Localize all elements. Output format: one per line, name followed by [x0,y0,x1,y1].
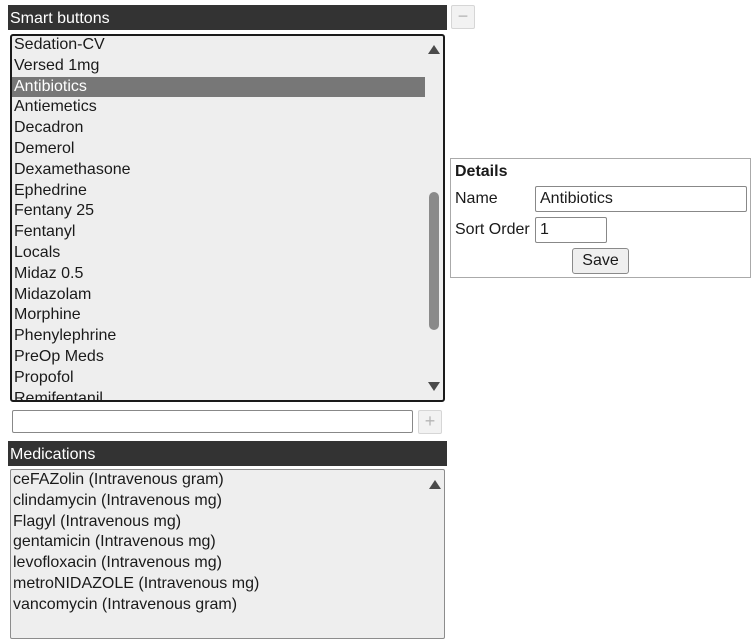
smart-button-item[interactable]: Fentany 25 [12,201,425,222]
scroll-up-icon[interactable] [429,480,441,489]
smart-button-item[interactable]: Propofol [12,368,425,389]
medication-item[interactable]: clindamycin (Intravenous mg) [11,491,426,512]
smart-button-item[interactable]: Demerol [12,139,425,160]
smart-button-item[interactable]: Versed 1mg [12,56,425,77]
medication-item[interactable]: Flagyl (Intravenous mg) [11,512,426,533]
smart-button-item[interactable]: Midazolam [12,285,425,306]
save-button[interactable]: Save [572,248,629,274]
medication-item[interactable]: gentamicin (Intravenous mg) [11,532,426,553]
smart-button-item[interactable]: PreOp Meds [12,347,425,368]
smart-button-item[interactable]: Antiemetics [12,97,425,118]
sort-order-field[interactable] [535,217,607,243]
smart-button-item[interactable]: Remifentanil [12,389,425,400]
smart-buttons-list[interactable]: Sedation-CV Versed 1mg Antibiotics Antiemet… [10,34,445,402]
details-title: Details [455,163,508,180]
name-field[interactable] [535,186,747,212]
name-label: Name [455,190,498,207]
smart-button-item[interactable]: Fentanyl [12,222,425,243]
smart-button-item[interactable]: Locals [12,243,425,264]
scroll-up-icon[interactable] [428,45,440,54]
smart-button-item[interactable]: Phenylephrine [12,326,425,347]
medication-item[interactable]: metroNIDAZOLE (Intravenous mg) [11,574,426,595]
smart-buttons-items: Sedation-CV Versed 1mg Antibiotics Antiemet… [12,36,425,400]
sort-order-label: Sort Order [455,221,530,238]
smart-button-item[interactable]: Morphine [12,305,425,326]
smart-button-item[interactable]: Sedation-CV [12,36,425,56]
medications-header: Medications [8,441,447,466]
details-panel: Details Name Sort Order Save [450,158,751,278]
smart-buttons-header: Smart buttons [8,5,447,30]
smart-button-item[interactable]: Dexamethasone [12,160,425,181]
smart-button-item[interactable]: Decadron [12,118,425,139]
smart-button-item[interactable]: Midaz 0.5 [12,264,425,285]
medication-item[interactable]: ceFAZolin (Intravenous gram) [11,470,426,491]
scrollbar-thumb[interactable] [429,192,439,330]
smart-button-item[interactable]: Ephedrine [12,181,425,202]
remove-button[interactable]: − [451,5,475,29]
medication-item[interactable]: levofloxacin (Intravenous mg) [11,553,426,574]
medication-item[interactable]: vancomycin (Intravenous gram) [11,595,426,616]
medications-list[interactable]: ceFAZolin (Intravenous gram) clindamycin … [10,469,445,639]
medications-items: ceFAZolin (Intravenous gram) clindamycin … [11,470,426,616]
add-button[interactable]: + [418,410,442,434]
smart-button-item[interactable]: Antibiotics [12,76,425,98]
scroll-down-icon[interactable] [428,382,440,391]
new-smart-button-input[interactable] [12,410,413,433]
